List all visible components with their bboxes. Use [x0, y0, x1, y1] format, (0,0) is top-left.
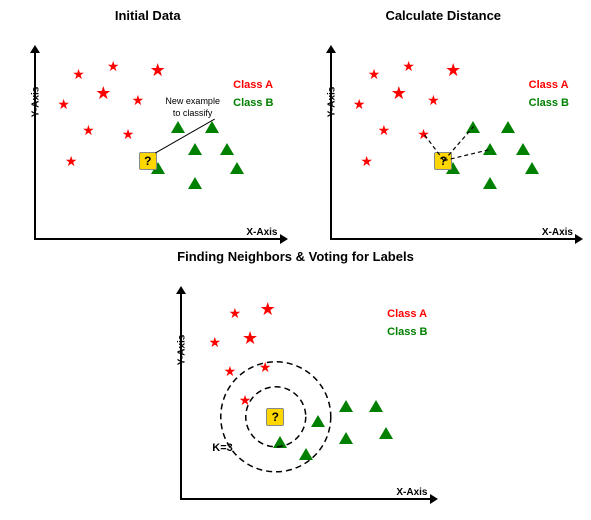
- annotation-line1: New example: [165, 96, 220, 106]
- star-3: ★: [150, 61, 166, 79]
- annotation-initial: New example to classify: [163, 96, 223, 119]
- nstar-2: ★: [260, 300, 276, 318]
- star-5: ★: [95, 84, 111, 102]
- dstar-6: ★: [427, 93, 440, 107]
- legend-neighbors: Class A Class B: [387, 306, 427, 341]
- dstar-2: ★: [402, 59, 415, 73]
- tri-3: [188, 143, 202, 155]
- dtri-4: [516, 143, 530, 155]
- tri-6: [188, 177, 202, 189]
- dstar-5: ★: [391, 84, 407, 102]
- tri-4: [220, 143, 234, 155]
- panel-distance-title: Calculate Distance: [300, 8, 588, 23]
- panel-initial: Initial Data X-Axis Y-Axis ★ ★ ★ ★ ★ ★ ★…: [0, 0, 296, 245]
- legend-b-distance: Class B: [529, 95, 569, 113]
- legend-distance: Class A Class B: [529, 77, 569, 112]
- ntri-5: [379, 427, 393, 439]
- k-label: K=3: [212, 442, 233, 454]
- star-8: ★: [122, 127, 135, 141]
- dtri-7: [525, 162, 539, 174]
- ntri-2: [339, 400, 353, 412]
- dtri-3: [483, 143, 497, 155]
- legend-a-initial: Class A: [233, 77, 273, 95]
- dtri-1: [466, 121, 480, 133]
- star-7: ★: [82, 123, 95, 137]
- x-label-initial: X-Axis: [246, 227, 277, 238]
- x-axis-distance: [330, 238, 578, 240]
- tri-7: [230, 162, 244, 174]
- nstar-4: ★: [242, 329, 258, 347]
- star-1: ★: [72, 67, 85, 81]
- chart-neighbors: X-Axis Y-Axis ★ ★ ★ ★ ★ ★ ★: [150, 268, 442, 520]
- y-label-neighbors: Y-Axis: [176, 335, 187, 366]
- nstar-1: ★: [229, 306, 242, 320]
- tri-1: [171, 121, 185, 133]
- star-4: ★: [57, 97, 70, 111]
- dstar-9: ★: [360, 154, 373, 168]
- dtri-2: [501, 121, 515, 133]
- main-container: Initial Data X-Axis Y-Axis ★ ★ ★ ★ ★ ★ ★…: [0, 0, 591, 515]
- qmark-initial: ?: [139, 152, 157, 170]
- ntri-1: [311, 415, 325, 427]
- nstar-6: ★: [259, 360, 272, 374]
- ntri-3: [369, 400, 383, 412]
- dstar-3: ★: [445, 61, 461, 79]
- top-row: Initial Data X-Axis Y-Axis ★ ★ ★ ★ ★ ★ ★…: [0, 0, 591, 245]
- panel-neighbors: Finding Neighbors & Voting for Labels X-…: [146, 245, 446, 505]
- ntri-6: [273, 436, 287, 448]
- qmark-distance: ?: [434, 152, 452, 170]
- x-axis-neighbors: [180, 498, 432, 500]
- axes-initial: X-Axis Y-Axis ★ ★ ★ ★ ★ ★ ★ ★ ★: [34, 51, 282, 240]
- panel-distance: Calculate Distance X-Axis Y-Axis ★ ★ ★ ★…: [296, 0, 591, 245]
- axes-distance: X-Axis Y-Axis ★ ★ ★ ★ ★ ★ ★ ★ ★: [330, 51, 578, 240]
- y-label-initial: Y-Axis: [31, 86, 42, 117]
- dtri-6: [483, 177, 497, 189]
- dstar-1: ★: [368, 67, 381, 81]
- panel-neighbors-title: Finding Neighbors & Voting for Labels: [150, 249, 442, 264]
- y-axis-neighbors: [180, 292, 182, 500]
- qmark-neighbors: ?: [266, 408, 284, 426]
- legend-initial: Class A Class B: [233, 77, 273, 112]
- legend-a-distance: Class A: [529, 77, 569, 95]
- star-2: ★: [107, 59, 120, 73]
- nstar-3: ★: [208, 335, 221, 349]
- chart-initial: X-Axis Y-Axis ★ ★ ★ ★ ★ ★ ★ ★ ★: [4, 27, 292, 260]
- star-9: ★: [65, 154, 78, 168]
- x-axis-initial: [34, 238, 282, 240]
- nstar-7: ★: [239, 393, 252, 407]
- ntri-7: [299, 448, 313, 460]
- annotation-line2: to classify: [173, 108, 213, 118]
- legend-a-neighbors: Class A: [387, 306, 427, 324]
- panel-initial-title: Initial Data: [4, 8, 292, 23]
- ntri-4: [339, 432, 353, 444]
- y-axis-initial: [34, 51, 36, 240]
- dstar-8: ★: [417, 127, 430, 141]
- legend-b-neighbors: Class B: [387, 324, 427, 342]
- y-axis-distance: [330, 51, 332, 240]
- axes-neighbors: X-Axis Y-Axis ★ ★ ★ ★ ★ ★ ★: [180, 292, 432, 500]
- x-label-neighbors: X-Axis: [396, 487, 427, 498]
- tri-2: [205, 121, 219, 133]
- legend-b-initial: Class B: [233, 95, 273, 113]
- star-6: ★: [132, 93, 145, 107]
- nstar-5: ★: [224, 364, 237, 378]
- y-label-distance: Y-Axis: [326, 86, 337, 117]
- x-label-distance: X-Axis: [542, 227, 573, 238]
- dstar-4: ★: [353, 97, 366, 111]
- chart-distance: X-Axis Y-Axis ★ ★ ★ ★ ★ ★ ★ ★ ★: [300, 27, 588, 260]
- dstar-7: ★: [378, 123, 391, 137]
